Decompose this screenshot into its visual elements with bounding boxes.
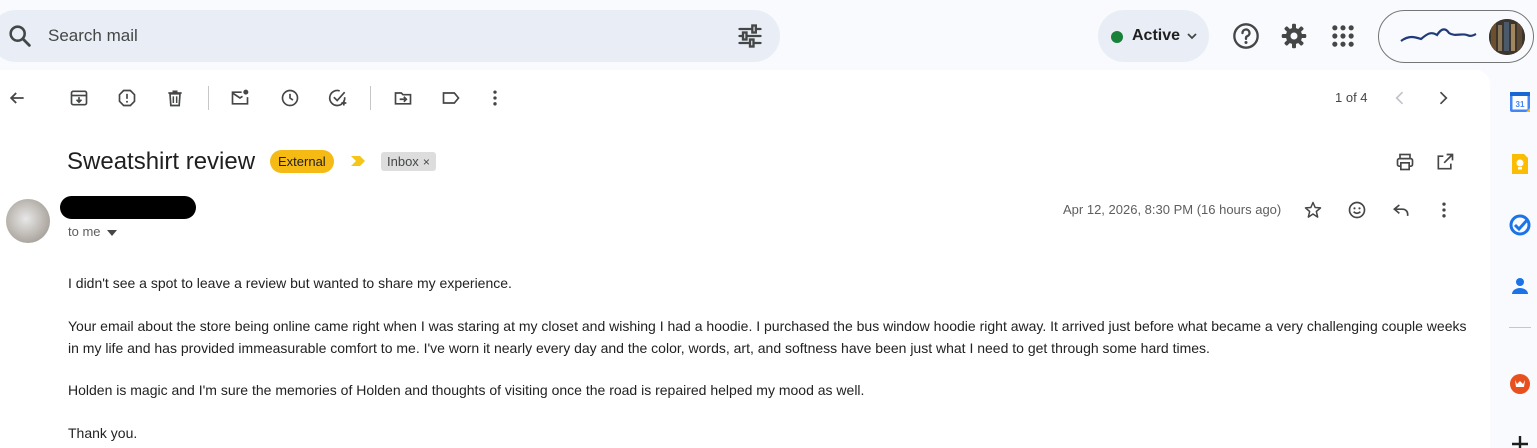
account-switcher[interactable] [1378,10,1534,63]
calendar-icon[interactable]: 31 [1508,90,1532,114]
rail-divider [1509,327,1531,328]
settings-gear-icon[interactable] [1280,22,1308,50]
apps-grid-icon[interactable] [1329,22,1357,50]
calendar-day: 31 [1516,100,1525,109]
search-options-icon[interactable] [736,22,764,50]
message-date: Apr 12, 2026, 8:30 PM (16 hours ago) [1063,202,1282,217]
remove-label-button[interactable]: × [423,155,430,169]
caret-down-icon [106,229,117,236]
more-options-icon[interactable] [1434,200,1454,220]
print-icon[interactable] [1395,152,1415,172]
move-to-icon[interactable] [393,88,413,108]
search-icon[interactable] [6,22,34,50]
recipient-details[interactable]: to me [68,224,117,239]
archive-icon[interactable] [69,88,89,108]
chevron-down-icon [1187,33,1197,40]
account-avatar[interactable] [1489,19,1525,55]
message-body-paragraph: Your email about the store being online … [68,318,1467,356]
importance-marker-icon[interactable] [350,155,366,167]
star-icon[interactable] [1303,200,1323,220]
tasks-icon[interactable] [1508,213,1532,237]
recipient-text: to me [68,224,101,239]
search-bar[interactable] [0,10,780,62]
pagination-count: 1 of 4 [1335,90,1368,105]
status-dot [1111,31,1123,43]
contacts-icon[interactable] [1508,274,1532,298]
older-chevron-right-icon[interactable] [1433,88,1453,108]
status-label: Active [1132,27,1181,44]
top-bar: Active [0,0,1537,70]
emoji-reaction-icon[interactable] [1347,200,1367,220]
external-badge: External [270,150,334,173]
report-spam-icon[interactable] [117,88,137,108]
toolbar-divider [370,86,371,110]
inbox-label-chip: Inbox × [381,152,436,171]
addon-icon[interactable] [1508,372,1532,396]
search-input[interactable] [48,20,648,52]
message-subject: Sweatshirt review [67,148,256,175]
more-vert-icon[interactable] [485,88,505,108]
help-icon[interactable] [1232,22,1260,50]
redacted-sender-name [60,196,196,219]
mark-unread-icon[interactable] [230,88,250,108]
get-addons-plus-icon[interactable] [1508,432,1532,448]
add-to-tasks-icon[interactable] [328,88,348,108]
label-icon[interactable] [441,88,461,108]
organization-logo [1400,28,1477,42]
keep-icon[interactable] [1508,152,1532,176]
inbox-label-text: Inbox [387,154,419,169]
message-body-paragraph: Holden is magic and I'm sure the memorie… [68,382,865,398]
back-arrow-icon[interactable] [7,88,27,108]
newer-chevron-left-icon[interactable] [1390,88,1410,108]
open-in-new-window-icon[interactable] [1435,152,1455,172]
message-body-paragraph: Thank you. [68,425,138,441]
status-selector[interactable]: Active [1098,10,1209,62]
snooze-icon[interactable] [280,88,300,108]
message-body-paragraph: I didn't see a spot to leave a review bu… [68,275,512,291]
sender-avatar[interactable] [6,199,50,243]
toolbar-divider [208,86,209,110]
message-view: 1 of 4 Sweatshirt review External Inbox ×… [0,70,1490,448]
delete-icon[interactable] [165,88,185,108]
reply-icon[interactable] [1391,200,1411,220]
